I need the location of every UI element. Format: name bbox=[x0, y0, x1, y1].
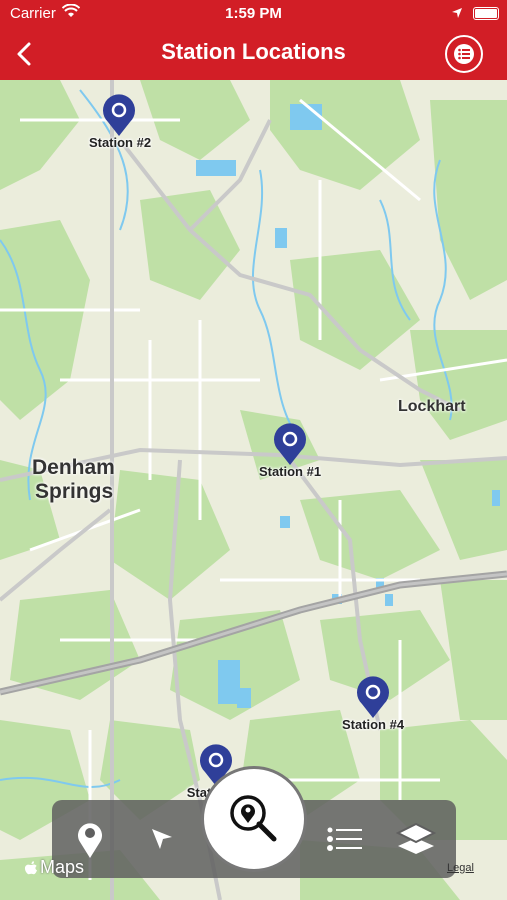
station-label-1: Station #1 bbox=[258, 464, 322, 479]
location-pin-icon bbox=[78, 823, 102, 858]
location-pin-icon bbox=[103, 94, 135, 136]
status-bar: Carrier 1:59 PM bbox=[0, 0, 507, 28]
map-search-icon bbox=[230, 795, 277, 842]
station-pin-2[interactable] bbox=[101, 92, 137, 138]
list-bullets-icon bbox=[327, 827, 362, 851]
place-label-lockhart: Lockhart bbox=[398, 398, 466, 415]
map-layers-button[interactable] bbox=[394, 814, 438, 864]
location-services-icon bbox=[451, 6, 463, 23]
maps-label: Maps bbox=[40, 857, 85, 877]
location-pin-icon bbox=[357, 676, 389, 718]
legal-link[interactable]: Legal bbox=[447, 862, 474, 874]
battery-icon bbox=[473, 7, 499, 20]
list-view-button[interactable] bbox=[445, 35, 483, 73]
navigation-arrow-icon bbox=[152, 829, 172, 849]
nav-bar: Station Locations bbox=[0, 28, 507, 80]
place-label-denham: Denham bbox=[32, 456, 115, 479]
station-list-button[interactable] bbox=[322, 814, 366, 864]
page-title: Station Locations bbox=[161, 39, 346, 64]
map-search-button[interactable] bbox=[201, 766, 307, 872]
station-label-2: Station #2 bbox=[88, 135, 152, 150]
status-time: 1:59 PM bbox=[225, 5, 282, 22]
apple-maps-attribution: Maps bbox=[24, 857, 84, 878]
current-location-button[interactable] bbox=[140, 814, 184, 864]
layers-icon bbox=[396, 822, 436, 854]
station-label-4: Station #4 bbox=[341, 717, 405, 732]
place-label-springs: Springs bbox=[35, 480, 114, 503]
list-icon bbox=[454, 44, 474, 64]
apple-logo-icon bbox=[24, 860, 37, 874]
station-pin-4[interactable] bbox=[355, 674, 391, 720]
location-pin-icon bbox=[274, 423, 306, 465]
station-pin-1[interactable] bbox=[272, 421, 308, 467]
